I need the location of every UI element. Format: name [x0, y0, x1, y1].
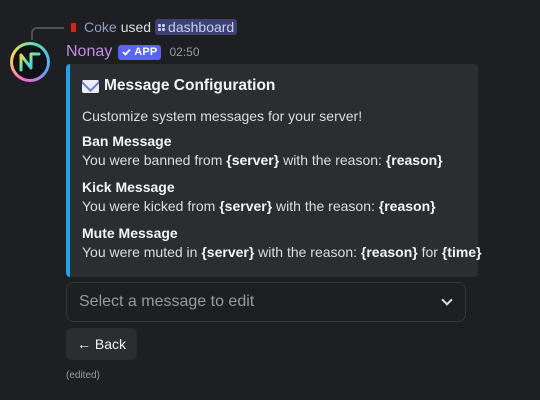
message-header: Nonay APP 02:50 — [66, 42, 200, 62]
app-badge: APP — [118, 44, 162, 60]
timestamp[interactable]: 02:50 — [169, 45, 199, 59]
command-grid-icon — [158, 23, 166, 31]
command-mention[interactable]: dashboard — [155, 19, 238, 35]
soda-can-icon — [66, 20, 80, 34]
chevron-down-icon — [441, 294, 453, 306]
embed-title-row: Message Configuration — [82, 77, 464, 95]
reply-used-text: used — [120, 19, 152, 35]
field-name: Kick Message — [82, 179, 175, 195]
message-select-dropdown[interactable]: Select a message to edit — [66, 282, 466, 322]
embed-field-kick: Kick Message You were kicked from {serve… — [82, 178, 464, 216]
select-placeholder: Select a message to edit — [79, 293, 255, 310]
reply-username[interactable]: Coke — [84, 19, 117, 35]
username[interactable]: Nonay — [66, 43, 112, 61]
embed-description: Customize system messages for your serve… — [82, 108, 363, 124]
embed-field-ban: Ban Message You were banned from {server… — [82, 132, 464, 170]
field-value: You were kicked from {server} with the r… — [82, 198, 436, 214]
field-name: Mute Message — [82, 225, 178, 241]
field-name: Ban Message — [82, 133, 172, 149]
back-button[interactable]: ← Back — [66, 328, 138, 360]
embed-title: Message Configuration — [104, 77, 276, 94]
edited-label: (edited) — [66, 370, 100, 381]
checkmark-icon — [122, 48, 131, 56]
chat-message: Coke used dashboard Nonay APP 02:50 Mess… — [0, 0, 540, 400]
embed-field-mute: Mute Message You were muted in {server} … — [82, 224, 482, 262]
avatar[interactable] — [10, 42, 50, 82]
command-name: dashboard — [168, 19, 235, 35]
app-badge-label: APP — [134, 46, 158, 58]
embed: Message Configuration Customize system m… — [66, 64, 482, 277]
reply-connector-line — [31, 27, 64, 40]
field-value: You were muted in {server} with the reas… — [82, 244, 482, 260]
field-value: You were banned from {server} with the r… — [82, 152, 443, 168]
envelope-icon — [82, 79, 99, 93]
nonay-logo-icon — [13, 45, 47, 79]
reply-context[interactable]: Coke used dashboard — [66, 18, 238, 36]
